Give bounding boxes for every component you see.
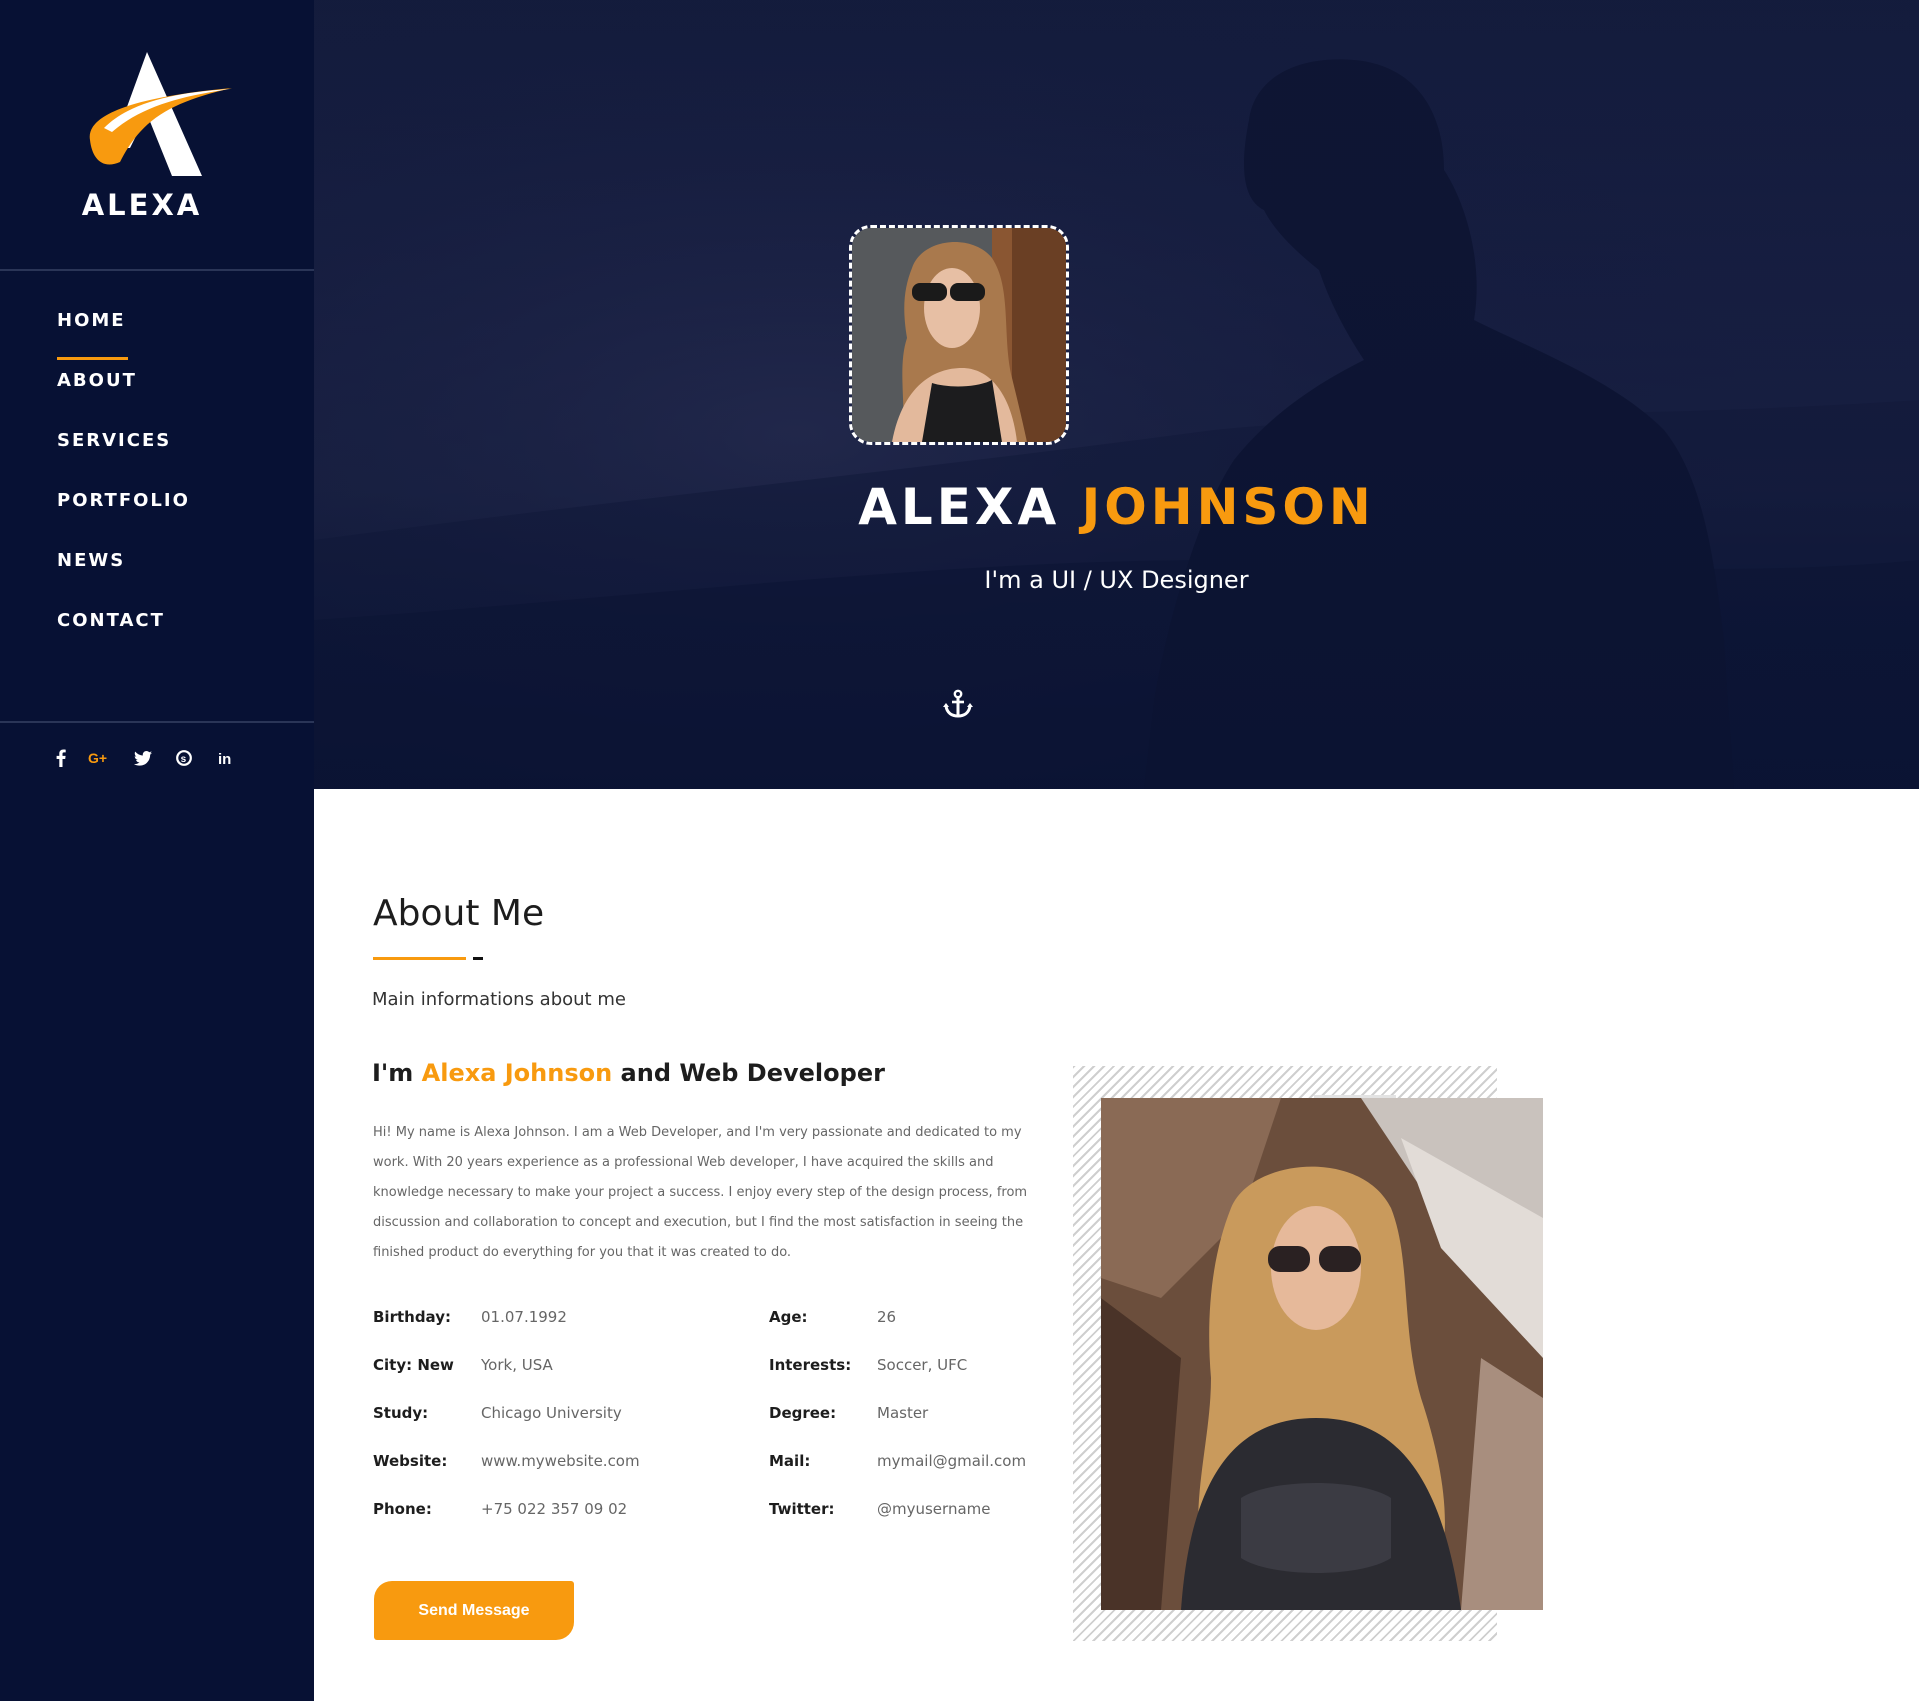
avatar-photo <box>852 228 1066 442</box>
about-bio: Hi! My name is Alexa Johnson. I am a Web… <box>373 1125 1028 1260</box>
nav-item-portfolio[interactable]: PORTFOLIO <box>57 490 190 550</box>
logo[interactable]: ALEXA <box>0 0 314 269</box>
about-section: About Me Main informations about me I'm … <box>314 789 1919 1701</box>
city-value: York, USA <box>481 1356 553 1374</box>
title-underline <box>373 957 466 960</box>
degree-label: Degree: <box>769 1404 837 1422</box>
linkedin-icon[interactable]: in <box>218 746 234 770</box>
facebook-icon[interactable] <box>56 746 66 770</box>
twitter-value[interactable]: @myusername <box>877 1500 990 1518</box>
logo-text: ALEXA <box>81 188 203 222</box>
svg-text:in: in <box>218 751 231 766</box>
hero-name: ALEXA JOHNSON <box>314 478 1919 536</box>
study-label: Study: <box>373 1404 429 1422</box>
intro-name: Alexa Johnson <box>421 1059 613 1087</box>
about-photo-image <box>1101 1098 1543 1610</box>
about-title: About Me <box>373 893 545 934</box>
interests-label: Interests: <box>769 1356 852 1374</box>
svg-text:G+: G+ <box>88 750 107 766</box>
nav-item-about[interactable]: ABOUT <box>57 370 190 430</box>
nav-item-services[interactable]: SERVICES <box>57 430 190 490</box>
website-label: Website: <box>373 1452 448 1470</box>
logo-icon <box>89 52 232 176</box>
nav-item-news[interactable]: NEWS <box>57 550 190 610</box>
degree-value: Master <box>877 1404 929 1422</box>
anchor-icon[interactable] <box>942 688 974 720</box>
age-label: Age: <box>769 1308 808 1326</box>
study-value: Chicago University <box>481 1404 622 1422</box>
social-links: G+ s in <box>56 746 256 770</box>
sidebar: ALEXA HOME ABOUT SERVICES PORTFOLIO NEWS… <box>0 0 314 1701</box>
mail-label: Mail: <box>769 1452 811 1470</box>
about-photo <box>1101 1098 1543 1610</box>
intro-prefix: I'm <box>372 1059 422 1087</box>
title-underline-dash <box>473 957 483 960</box>
birthday-label: Birthday: <box>373 1308 451 1326</box>
nav-list: HOME ABOUT SERVICES PORTFOLIO NEWS CONTA… <box>57 310 190 670</box>
sidebar-divider-bottom <box>0 721 314 723</box>
svg-text:s: s <box>181 754 187 765</box>
nav-item-contact[interactable]: CONTACT <box>57 610 190 670</box>
twitter-label: Twitter: <box>769 1500 835 1518</box>
about-intro: I'm Alexa Johnson and Web Developer <box>372 1059 885 1087</box>
google-plus-icon[interactable]: G+ <box>88 746 110 770</box>
skype-icon[interactable]: s <box>176 746 192 770</box>
birthday-value: 01.07.1992 <box>481 1308 567 1326</box>
hero-background-image <box>314 0 1919 789</box>
profile-avatar <box>849 225 1069 445</box>
mail-value[interactable]: mymail@gmail.com <box>877 1452 1026 1470</box>
sidebar-divider <box>0 269 314 271</box>
hero-last-name: JOHNSON <box>1081 478 1375 536</box>
send-message-button[interactable]: Send Message <box>374 1581 574 1640</box>
hero-first-name: ALEXA <box>858 478 1061 536</box>
age-value: 26 <box>877 1308 897 1326</box>
phone-value: +75 022 357 09 02 <box>481 1500 628 1518</box>
nav-item-home[interactable]: HOME <box>57 310 190 370</box>
hero-subtitle: I'm a UI / UX Designer <box>984 566 1249 594</box>
city-label: City: New <box>373 1356 454 1374</box>
phone-label: Phone: <box>373 1500 432 1518</box>
twitter-icon[interactable] <box>134 746 152 770</box>
about-subtitle: Main informations about me <box>372 989 626 1010</box>
intro-suffix: and Web Developer <box>612 1059 885 1087</box>
website-value[interactable]: www.mywebsite.com <box>481 1452 640 1470</box>
interests-value: Soccer, UFC <box>877 1356 968 1374</box>
hero-section: ALEXA JOHNSON I'm a UI / UX Designer <box>314 0 1919 789</box>
